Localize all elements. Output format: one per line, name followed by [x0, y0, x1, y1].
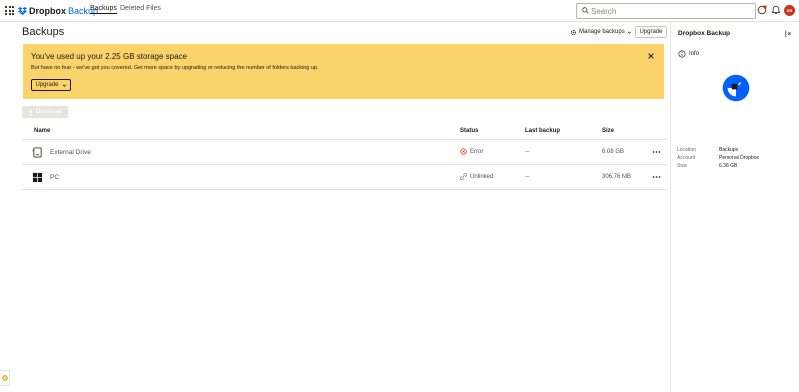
- close-panel-icon[interactable]: [785, 30, 793, 38]
- banner-upgrade-label: Upgrade: [35, 82, 59, 88]
- column-name[interactable]: Name: [34, 128, 50, 134]
- row-name[interactable]: External Drive: [50, 149, 91, 156]
- search-box[interactable]: [576, 3, 756, 19]
- banner-upgrade-button[interactable]: Upgrade: [31, 79, 71, 91]
- more-options-icon[interactable]: [652, 149, 661, 155]
- user-avatar[interactable]: DR: [784, 5, 795, 16]
- meta-location-key: Location: [677, 147, 696, 153]
- banner-body: But have no fear - we've got you covered…: [31, 65, 319, 71]
- chevron-down-icon: [62, 83, 66, 87]
- row-status: Unlinked: [460, 173, 493, 180]
- app-grid-icon[interactable]: [5, 6, 14, 15]
- side-panel-title: Dropbox Backup: [678, 30, 731, 37]
- search-icon: [582, 7, 589, 14]
- dropbox-backup-logo[interactable]: Dropbox Backup: [18, 5, 98, 17]
- close-icon[interactable]: [647, 52, 655, 60]
- gear-icon: [570, 29, 577, 35]
- help-icon[interactable]: [757, 5, 767, 15]
- meta-size-value: 6.38 GB: [719, 163, 738, 169]
- row-size: 6.08 GB: [602, 149, 625, 155]
- feedback-tab[interactable]: [0, 370, 10, 386]
- feedback-icon: [1, 375, 8, 381]
- unlinked-icon: [460, 173, 467, 180]
- row-size: 306.76 MB: [602, 174, 632, 180]
- error-icon: [460, 148, 467, 155]
- top-bar: Dropbox Backup Backups Deleted Files DR: [0, 0, 799, 22]
- page-title: Backups: [22, 26, 65, 38]
- details-side-panel: Dropbox Backup Info Location Backups Acc…: [670, 22, 799, 392]
- dropbox-backup-app-icon: [722, 74, 750, 102]
- column-status[interactable]: Status: [460, 128, 478, 134]
- notifications-bell-icon[interactable]: [771, 5, 781, 15]
- meta-account-key: Account: [677, 155, 696, 161]
- banner-title: You've used up your 2.25 GB storage spac…: [31, 52, 188, 61]
- manage-backups-button[interactable]: Manage backups: [570, 27, 632, 37]
- row-status-label: Error: [470, 148, 484, 155]
- download-label: Download: [35, 109, 63, 115]
- row-status: Error: [460, 148, 483, 155]
- download-icon: [28, 109, 33, 115]
- table-header: Name Status Last backup Size: [22, 124, 668, 140]
- more-options-icon[interactable]: [652, 174, 661, 180]
- row-last-backup: --: [525, 149, 529, 155]
- meta-size-key: Size: [677, 163, 687, 169]
- storage-full-banner: You've used up your 2.25 GB storage spac…: [23, 44, 664, 99]
- meta-location-value: Backups: [719, 147, 739, 153]
- row-last-backup: --: [525, 174, 529, 180]
- row-name[interactable]: PC: [50, 174, 59, 181]
- column-size[interactable]: Size: [602, 128, 614, 134]
- meta-account-value: Personal Dropbox: [719, 155, 760, 161]
- nav-deleted-files[interactable]: Deleted Files: [120, 5, 161, 12]
- info-tab[interactable]: Info: [689, 51, 699, 57]
- logo-brand-text: Dropbox: [29, 6, 66, 16]
- download-button[interactable]: Download: [22, 106, 68, 118]
- dropbox-logo-icon: [18, 7, 27, 15]
- chevron-down-icon: [627, 30, 631, 34]
- table-row[interactable]: External Drive Error -- 6.08 GB: [22, 140, 668, 165]
- search-input[interactable]: [591, 5, 751, 17]
- info-icon: [678, 50, 686, 58]
- windows-icon: [32, 172, 43, 183]
- table-row[interactable]: PC Unlinked -- 306.76 MB: [22, 165, 668, 190]
- manage-backups-label: Manage backups: [579, 29, 625, 35]
- column-last-backup[interactable]: Last backup: [525, 128, 560, 134]
- external-drive-icon: [32, 147, 42, 158]
- nav-backups[interactable]: Backups: [90, 5, 117, 14]
- row-status-label: Unlinked: [470, 173, 494, 180]
- upgrade-button[interactable]: Upgrade: [635, 26, 667, 38]
